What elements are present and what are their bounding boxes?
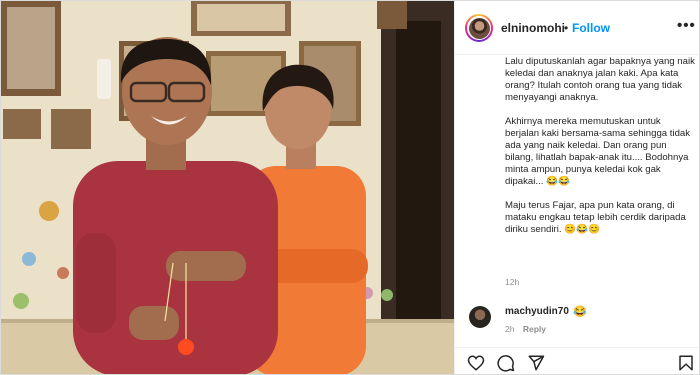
comment-timestamp[interactable]: 2h xyxy=(505,324,514,334)
avatar[interactable] xyxy=(465,14,493,42)
follow-button[interactable]: Follow xyxy=(572,21,610,35)
comment-meta: 2h Reply xyxy=(505,324,546,334)
reply-button[interactable]: Reply xyxy=(523,324,546,334)
instagram-post-window: elninomohi • Follow ••• Lalu diputuskanl… xyxy=(0,0,700,375)
comment-icon[interactable] xyxy=(497,354,515,372)
avatar-border xyxy=(467,16,491,40)
post-header: elninomohi • Follow ••• xyxy=(455,1,699,55)
action-bar xyxy=(455,347,699,374)
comment-text: 😂 xyxy=(573,306,587,318)
caption-paragraph: Maju terus Fajar, apa pun kata orang, di… xyxy=(505,200,686,235)
bookmark-icon[interactable] xyxy=(677,354,695,372)
comment-username[interactable]: machyudin70 xyxy=(505,306,569,317)
share-icon[interactable] xyxy=(527,354,545,372)
post-side-panel: elninomohi • Follow ••• Lalu diputuskanl… xyxy=(454,1,699,374)
avatar-image xyxy=(468,17,490,39)
caption-paragraph: Lalu diputuskanlah agar bapaknya yang na… xyxy=(505,56,695,103)
separator-dot: • xyxy=(564,21,569,35)
more-options-icon[interactable]: ••• xyxy=(677,17,696,34)
caption-paragraph: Akhirnya mereka memutuskan untuk berjala… xyxy=(505,116,691,187)
comment-avatar[interactable] xyxy=(469,306,491,328)
username-link[interactable]: elninomohi xyxy=(501,21,565,35)
heart-icon[interactable] xyxy=(467,354,485,372)
photo-illustration xyxy=(1,1,454,374)
post-caption: Lalu diputuskanlah agar bapaknya yang na… xyxy=(505,56,695,287)
post-photo[interactable] xyxy=(1,1,454,374)
post-timestamp[interactable]: 12h xyxy=(505,276,519,288)
